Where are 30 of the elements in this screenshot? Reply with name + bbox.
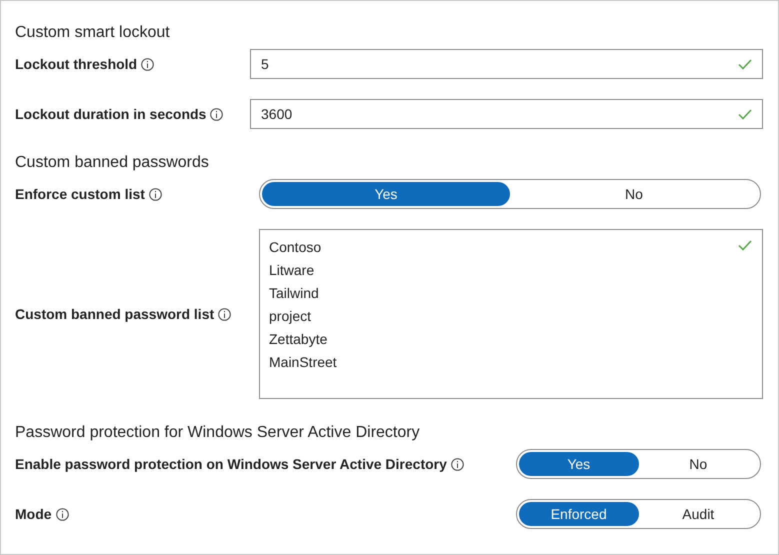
info-icon <box>218 308 232 320</box>
list-entry: Tailwind <box>269 284 319 303</box>
info-icon <box>210 108 224 120</box>
toggle-option[interactable]: Yes <box>262 182 510 206</box>
toggle-option[interactable]: Audit <box>638 502 758 526</box>
info-icon <box>141 58 154 70</box>
info-icon <box>148 188 162 200</box>
field-label: Enable password protection on Windows Server Active Directory <box>15 454 447 474</box>
list-entry: MainStreet <box>269 353 337 372</box>
toggle-option[interactable]: No <box>638 452 758 476</box>
section-heading: Password protection for Windows Server Active Directory <box>15 423 421 443</box>
toggle-option[interactable]: Yes <box>519 452 638 476</box>
text-area[interactable]: Contoso Litware Tailwind project Zettabyte MainStreet <box>259 229 763 399</box>
list-entry: project <box>269 307 312 326</box>
field-label: Lockout duration in seconds <box>15 104 206 124</box>
section-heading: Custom banned passwords <box>15 153 210 173</box>
field-label: Enforce custom list <box>15 184 145 204</box>
toggle-option[interactable]: No <box>510 182 758 206</box>
field-label: Mode <box>15 504 52 524</box>
list-entry: Zettabyte <box>269 330 328 349</box>
section-heading: Custom smart lockout <box>15 23 171 43</box>
input-field[interactable]: 3600 <box>250 99 763 129</box>
list-entry: Litware <box>269 261 314 280</box>
input-field[interactable]: 5 <box>250 49 763 79</box>
info-icon <box>56 508 69 520</box>
field-label: Lockout threshold <box>15 54 138 74</box>
toggle-option[interactable]: Enforced <box>519 502 638 526</box>
list-entry: Contoso <box>269 238 322 257</box>
field-label: Custom banned password list <box>15 304 214 324</box>
info-icon <box>450 458 464 470</box>
